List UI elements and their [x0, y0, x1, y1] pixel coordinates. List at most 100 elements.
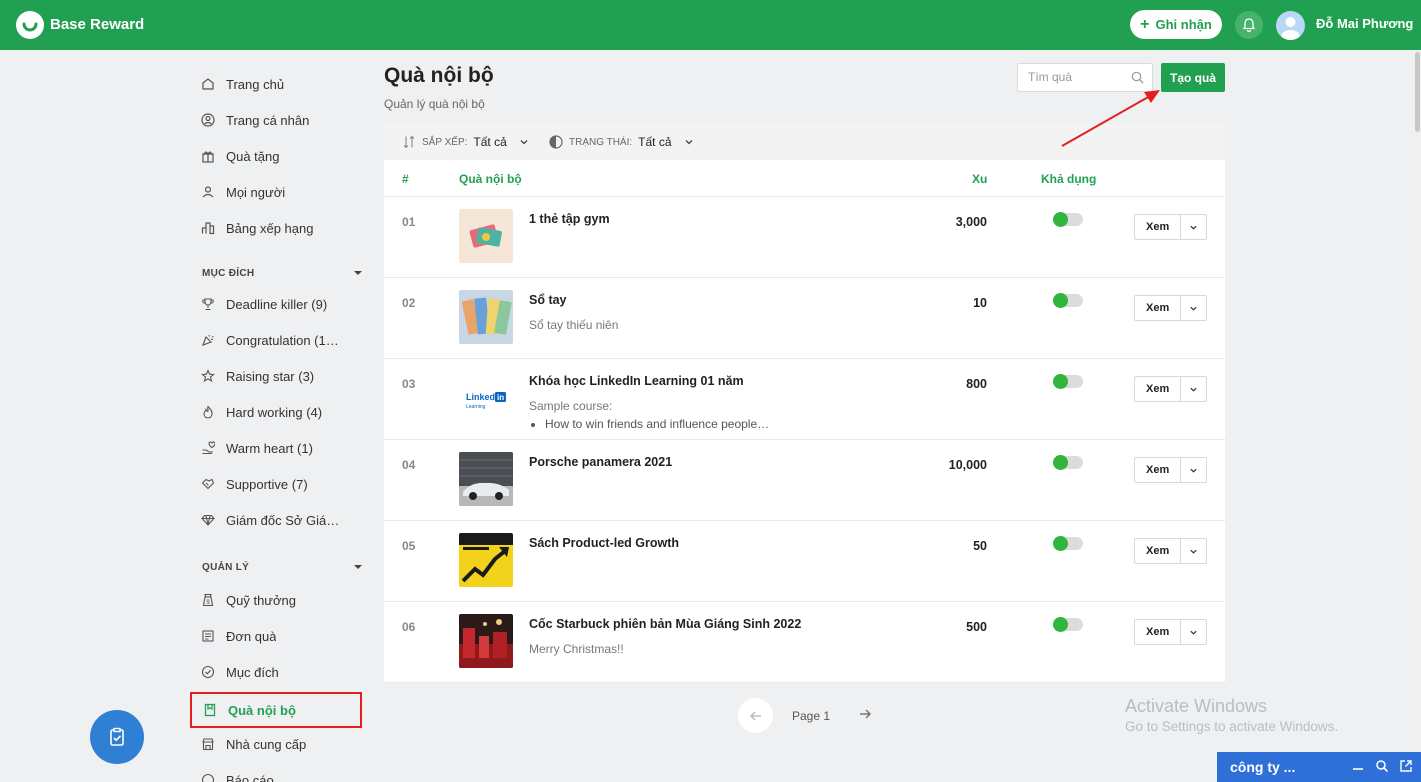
chevron-down-icon[interactable]	[1181, 215, 1206, 239]
page-subtitle: Quản lý quà nội bộ	[384, 97, 485, 111]
gift-name[interactable]: 1 thẻ tập gym	[529, 212, 909, 226]
svg-text:Learning: Learning	[466, 404, 486, 410]
sidebar-item-gifts[interactable]: Quà tặng	[190, 138, 362, 174]
sidebar-item-congratulation[interactable]: Congratulation (1…	[190, 322, 362, 358]
report-icon	[190, 773, 226, 782]
view-button-group: Xem	[1134, 538, 1207, 564]
table-row[interactable]: 02 Sổ tay Sổ tay thiếu niên 10 Xem	[384, 278, 1225, 359]
search-icon[interactable]	[1375, 759, 1389, 773]
minimize-icon[interactable]	[1351, 759, 1365, 773]
status-filter[interactable]: TRẠNG THÁI: Tất cả	[549, 135, 694, 149]
diamond-icon	[190, 513, 226, 527]
windows-activation-watermark: Activate Windows Go to Settings to activ…	[1125, 696, 1338, 734]
scrollbar[interactable]	[1413, 50, 1421, 752]
available-toggle[interactable]	[1053, 374, 1083, 389]
sidebar-item-warm-heart[interactable]: Warm heart (1)	[190, 430, 362, 466]
external-link-icon[interactable]	[1399, 759, 1413, 773]
view-button[interactable]: Xem	[1135, 539, 1182, 563]
chevron-down-icon[interactable]	[1181, 458, 1206, 482]
gift-name[interactable]: Porsche panamera 2021	[529, 455, 909, 469]
row-number: 04	[402, 458, 416, 472]
chevron-down-icon[interactable]	[1181, 620, 1206, 644]
sort-filter[interactable]: SẮP XẾP: Tất cả	[402, 135, 529, 149]
sidebar-item-leaderboard[interactable]: Bảng xếp hạng	[190, 210, 362, 246]
table-row[interactable]: 05 Sách Product-led Growth 50 Xem	[384, 521, 1225, 602]
sidebar-item-home[interactable]: Trang chủ	[190, 66, 362, 102]
user-name[interactable]: Đỗ Mai Phương	[1316, 16, 1413, 31]
view-button[interactable]: Xem	[1135, 377, 1182, 401]
view-button-group: Xem	[1134, 376, 1207, 402]
next-page-button[interactable]	[858, 707, 872, 724]
chat-controls	[1351, 759, 1413, 773]
available-toggle[interactable]	[1053, 293, 1083, 308]
gift-icon	[190, 149, 226, 163]
user-circle-icon	[190, 113, 226, 127]
table-row[interactable]: 06 Cốc Starbuck phiên bản Mùa Giáng Sinh…	[384, 602, 1225, 683]
search-input[interactable]: Tìm quà	[1017, 63, 1153, 92]
clipboard-check-fab[interactable]	[90, 710, 144, 764]
chat-widget-bar[interactable]: công ty ...	[1217, 752, 1421, 782]
sidebar-item-purpose[interactable]: Mục đích	[190, 654, 362, 690]
sidebar-item-reward-fund[interactable]: $ Quỹ thưởng	[190, 582, 362, 618]
available-toggle[interactable]	[1053, 536, 1083, 551]
gift-name[interactable]: Sổ tay	[529, 293, 909, 307]
gift-thumbnail-notebook[interactable]	[459, 290, 513, 344]
avatar[interactable]	[1276, 11, 1305, 40]
sidebar-item-label: Đơn quà	[226, 628, 277, 644]
sort-value: Tất cả	[473, 135, 507, 149]
table-row[interactable]: 04 Porsche panamera 2021 10,000 Xem	[384, 440, 1225, 521]
gift-xu: 500	[966, 620, 987, 634]
top-bar: Base Reward + Ghi nhận Đỗ Mai Phương	[0, 0, 1421, 50]
scrollbar-thumb[interactable]	[1415, 52, 1420, 132]
section-title-manage[interactable]: QUẢN LÝ	[202, 562, 362, 573]
table-row[interactable]: 03 Linked in Learning Khóa học LinkedIn Le…	[384, 359, 1225, 440]
available-toggle[interactable]	[1053, 455, 1083, 470]
sidebar-item-suppliers[interactable]: Nhà cung cấp	[190, 726, 362, 762]
view-button[interactable]: Xem	[1135, 215, 1182, 239]
gift-name[interactable]: Cốc Starbuck phiên bản Mùa Giáng Sinh 20…	[529, 617, 909, 631]
gift-thumbnail-linkedin-learning[interactable]: Linked in Learning	[459, 371, 513, 425]
section-title-purpose[interactable]: MỤC ĐÍCH	[202, 268, 362, 279]
table-row[interactable]: 01 1 thẻ tập gym 3,000 Xem	[384, 197, 1225, 278]
gift-thumbnail-growth-book[interactable]	[459, 533, 513, 587]
previous-page-button[interactable]	[738, 698, 773, 733]
gift-description-text: Merry Christmas!!	[529, 642, 624, 656]
gift-thumbnail-gym-card[interactable]	[459, 209, 513, 263]
sidebar-item-gift-orders[interactable]: Đơn quà	[190, 618, 362, 654]
sidebar-item-label: Congratulation (1…	[226, 332, 339, 348]
chevron-down-icon[interactable]	[1181, 539, 1206, 563]
sidebar-item-hard-working[interactable]: Hard working (4)	[190, 394, 362, 430]
sidebar-item-label: Giám đốc Sở Giá…	[226, 512, 340, 528]
chevron-down-icon[interactable]	[1181, 296, 1206, 320]
gift-description: Sample course: How to win friends and in…	[529, 397, 909, 433]
available-toggle[interactable]	[1053, 617, 1083, 632]
gift-thumbnail-porsche[interactable]	[459, 452, 513, 506]
sidebar-item-internal-gifts[interactable]: Quà nội bộ	[190, 692, 362, 728]
sidebar-item-people[interactable]: Mọi người	[190, 174, 362, 210]
gift-name[interactable]: Khóa học LinkedIn Learning 01 năm	[529, 374, 909, 388]
chevron-down-icon[interactable]	[1181, 377, 1206, 401]
view-button[interactable]: Xem	[1135, 620, 1182, 644]
status-value: Tất cả	[638, 135, 672, 149]
toggle-knob	[1053, 536, 1068, 551]
sidebar-item-supportive[interactable]: Supportive (7)	[190, 466, 362, 502]
available-toggle[interactable]	[1053, 212, 1083, 227]
create-gift-button[interactable]: Tạo quà	[1161, 63, 1225, 92]
view-button[interactable]: Xem	[1135, 296, 1182, 320]
sidebar-item-profile[interactable]: Trang cá nhân	[190, 102, 362, 138]
section-title-label: MỤC ĐÍCH	[202, 268, 255, 279]
gift-xu: 10	[973, 296, 987, 310]
gift-thumbnail-starbucks-cup[interactable]	[459, 614, 513, 668]
arrow-left-icon	[749, 710, 761, 721]
sidebar-item-reports[interactable]: Báo cáo	[190, 762, 362, 782]
sidebar-item-raising-star[interactable]: Raising star (3)	[190, 358, 362, 394]
view-button[interactable]: Xem	[1135, 458, 1182, 482]
sidebar-item-deadline-killer[interactable]: Deadline killer (9)	[190, 286, 362, 322]
bell-icon[interactable]	[1235, 11, 1263, 39]
gift-name[interactable]: Sách Product-led Growth	[529, 536, 909, 550]
status-key: TRẠNG THÁI:	[569, 136, 633, 148]
brand-name[interactable]: Base Reward	[50, 16, 144, 33]
base-logo-icon[interactable]	[16, 11, 44, 39]
record-button[interactable]: + Ghi nhận	[1130, 10, 1222, 39]
sidebar-item-director[interactable]: Giám đốc Sở Giá…	[190, 502, 362, 538]
